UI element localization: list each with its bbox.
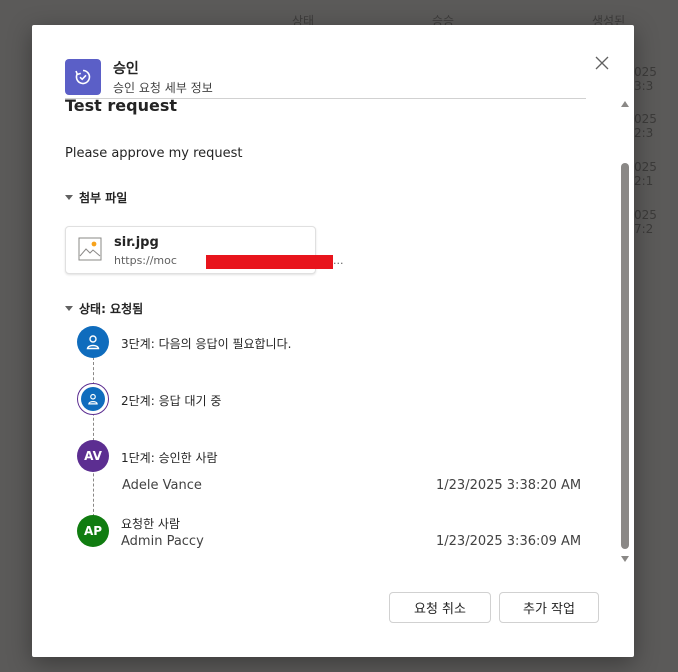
app-title: 승인 [113, 61, 139, 77]
attachment-name: sir.jpg [114, 235, 159, 250]
collapse-chevron-icon [65, 306, 73, 311]
step3-label: 3단계: 다음의 응답이 필요합니다. [121, 337, 292, 351]
attachment-url-ellipsis: ... [333, 254, 344, 267]
approver-avatar: AV [77, 440, 109, 472]
approvals-app-icon [65, 59, 101, 95]
close-button[interactable] [594, 55, 610, 71]
person-icon [88, 393, 98, 405]
dialog-scrollbar[interactable] [620, 97, 630, 569]
collapse-chevron-icon [65, 195, 73, 200]
close-icon [595, 56, 609, 70]
scroll-down-arrow-icon[interactable] [621, 556, 629, 562]
bg-date-cell: 025 7:2 [634, 208, 657, 236]
approval-details-dialog: 승인 승인 요청 세부 정보 Test request Please appro… [32, 25, 634, 657]
scroll-up-arrow-icon[interactable] [621, 101, 629, 107]
approver-name: Adele Vance [122, 478, 202, 493]
approved-timestamp: 1/23/2025 3:38:20 AM [436, 478, 582, 493]
step2-avatar [77, 383, 109, 415]
step1-label: 1단계: 승인한 사람 [121, 451, 218, 465]
request-description: Please approve my request [65, 146, 243, 161]
image-file-icon [78, 237, 102, 261]
bg-date-cell: 025 2:3 [634, 112, 657, 140]
attachments-header: 첨부 파일 [79, 191, 128, 205]
requester-label: 요청한 사람 [121, 517, 181, 531]
attachment-url: https://moc [114, 254, 177, 267]
attachment-card[interactable]: sir.jpg https://moc ... [65, 226, 344, 274]
app-subtitle: 승인 요청 세부 정보 [113, 81, 213, 95]
status-section-toggle[interactable]: 상태: 요청됨 [65, 300, 143, 317]
requested-timestamp: 1/23/2025 3:36:09 AM [436, 534, 582, 549]
status-header: 상태: 요청됨 [79, 302, 144, 316]
requester-name: Admin Paccy [121, 534, 204, 549]
person-icon [86, 335, 100, 350]
step3-avatar [77, 326, 109, 358]
redaction-bar [206, 255, 333, 269]
approval-refresh-icon [75, 69, 91, 85]
bg-date-cell: 025 2:1 [634, 160, 657, 188]
requester-avatar: AP [77, 515, 109, 547]
more-actions-button[interactable]: 추가 작업 [499, 592, 599, 623]
scrollbar-thumb[interactable] [621, 163, 629, 549]
bg-date-cell: 025 3:3 [634, 65, 657, 93]
request-title: Test request [65, 96, 177, 115]
step2-label: 2단계: 응답 대기 중 [121, 394, 222, 408]
attachments-section-toggle[interactable]: 첨부 파일 [65, 189, 127, 206]
cancel-request-button[interactable]: 요청 취소 [389, 592, 491, 623]
